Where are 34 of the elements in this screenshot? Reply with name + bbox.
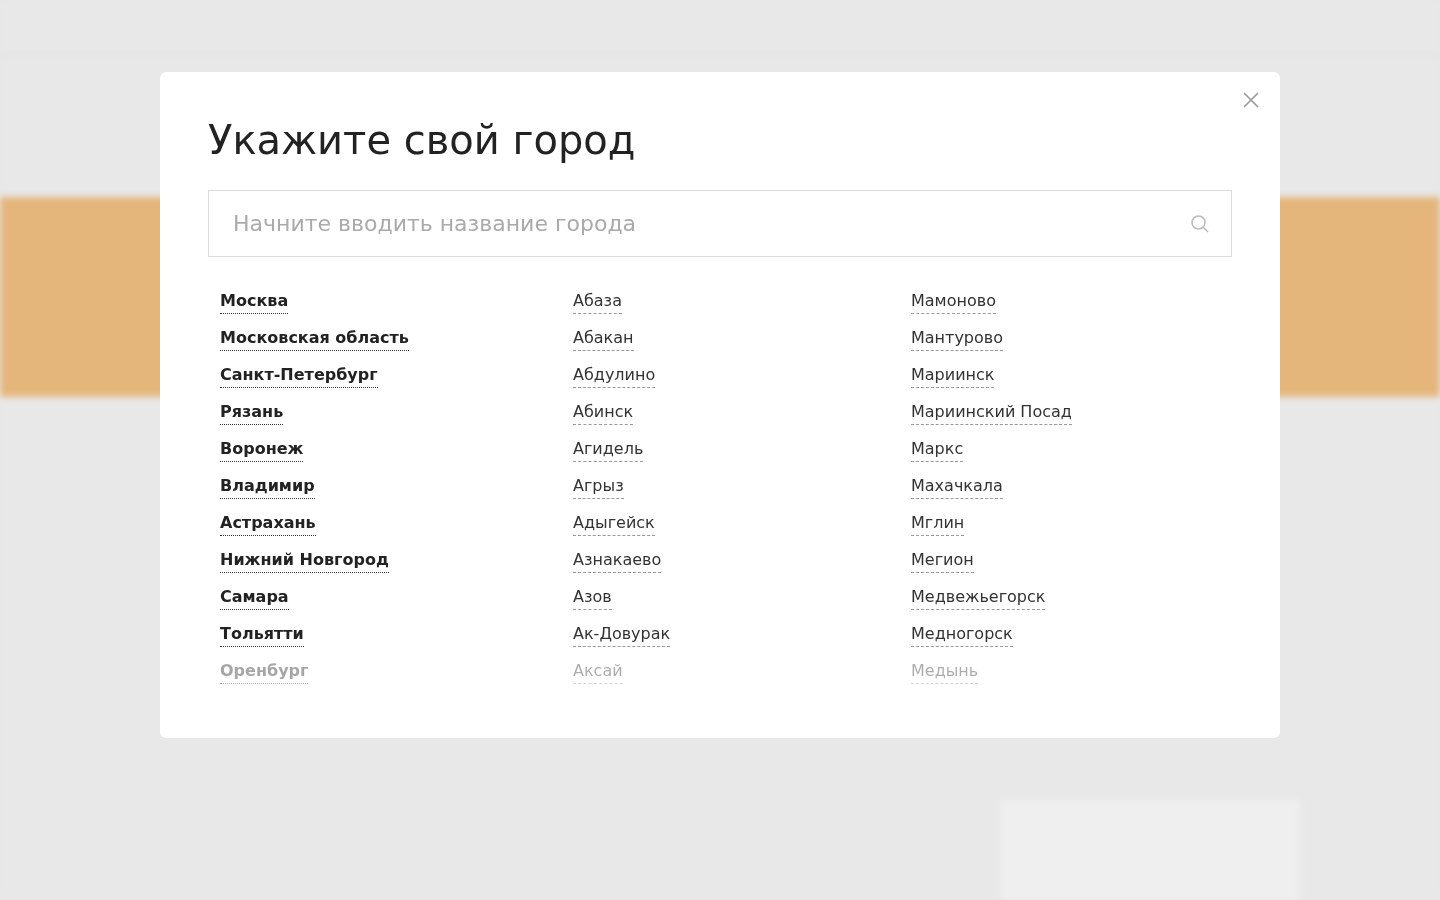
- city-search-field[interactable]: Начните вводить название города: [208, 190, 1232, 257]
- city-link[interactable]: Мамоново: [911, 289, 996, 314]
- search-icon[interactable]: [1190, 214, 1210, 234]
- city-link[interactable]: Медвежьегорск: [911, 585, 1046, 610]
- city-link[interactable]: Самара: [220, 585, 289, 610]
- city-link[interactable]: Маркс: [911, 437, 964, 462]
- city-link[interactable]: Тольятти: [220, 622, 304, 647]
- city-link[interactable]: Мглин: [911, 511, 965, 536]
- city-link[interactable]: Агрыз: [573, 474, 624, 499]
- city-link[interactable]: Рязань: [220, 400, 284, 425]
- city-link[interactable]: Воронеж: [220, 437, 304, 462]
- city-link[interactable]: Ак-Довурак: [573, 622, 671, 647]
- close-icon[interactable]: [1243, 92, 1259, 108]
- city-link[interactable]: Агидель: [573, 437, 644, 462]
- city-link[interactable]: Мариинский Посад: [911, 400, 1072, 425]
- city-link[interactable]: Санкт-Петербург: [220, 363, 378, 388]
- city-link[interactable]: Астрахань: [220, 511, 316, 536]
- city-link[interactable]: Мегион: [911, 548, 974, 573]
- city-link[interactable]: Абакан: [573, 326, 634, 351]
- city-link[interactable]: Абаза: [573, 289, 622, 314]
- city-link[interactable]: Мариинск: [911, 363, 995, 388]
- city-link[interactable]: Мантурово: [911, 326, 1004, 351]
- city-link[interactable]: Абдулино: [573, 363, 656, 388]
- city-link[interactable]: Москва: [220, 289, 289, 314]
- city-link[interactable]: Азнакаево: [573, 548, 662, 573]
- dialog-title: Укажите свой город: [208, 116, 637, 165]
- city-link[interactable]: Азов: [573, 585, 612, 610]
- city-link[interactable]: Абинск: [573, 400, 634, 425]
- city-link[interactable]: Владимир: [220, 474, 315, 499]
- city-link[interactable]: Медногорск: [911, 622, 1013, 647]
- city-link[interactable]: Адыгейск: [573, 511, 655, 536]
- city-link[interactable]: Махачкала: [911, 474, 1003, 499]
- city-link[interactable]: Нижний Новгород: [220, 548, 389, 573]
- city-link[interactable]: Московская область: [220, 326, 409, 351]
